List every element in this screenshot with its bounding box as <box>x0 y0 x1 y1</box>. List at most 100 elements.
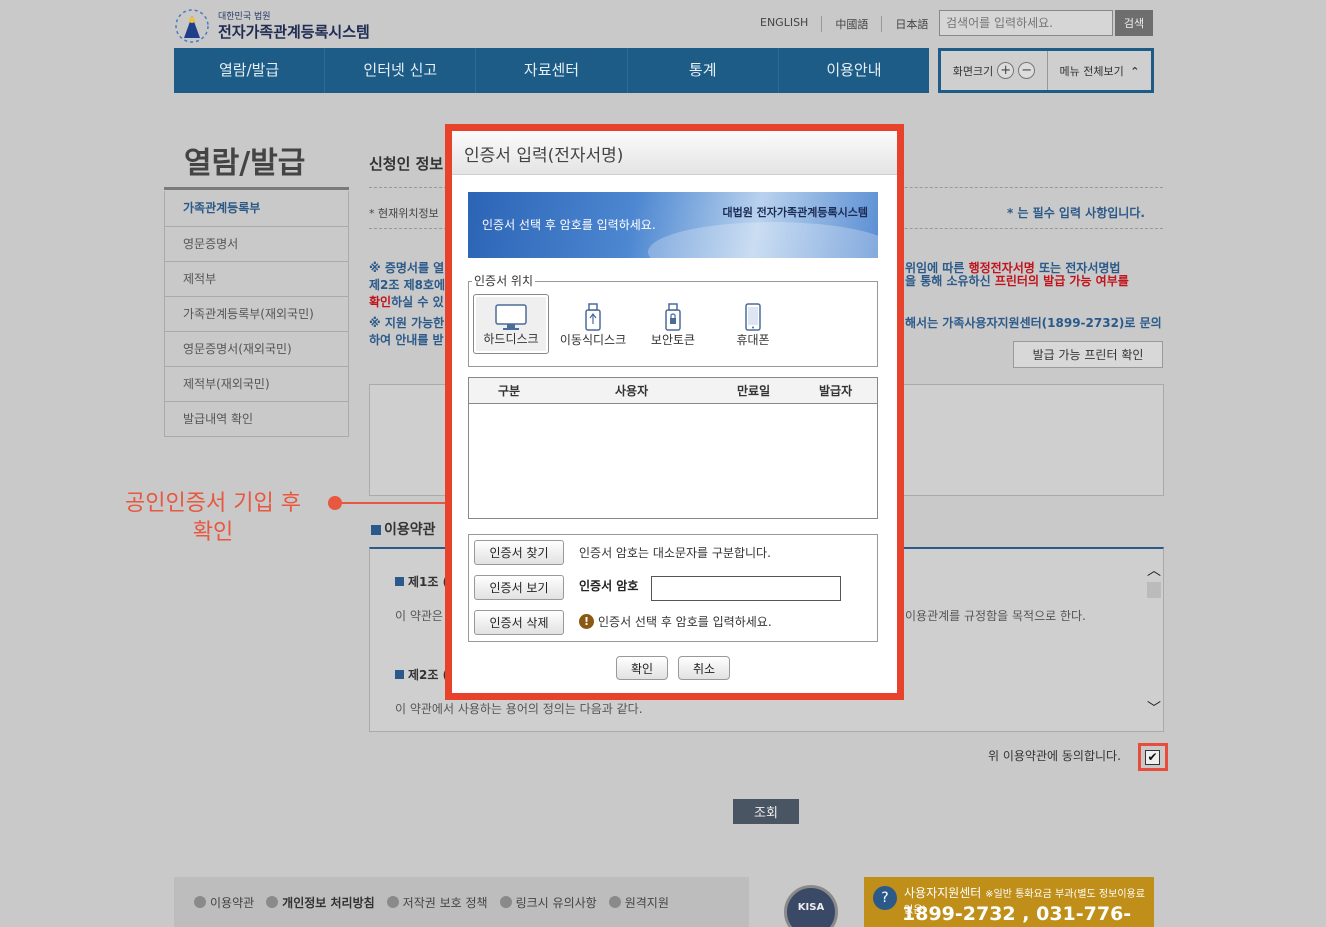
annotation-text: 공인인증서 기입 후 확인 <box>125 491 301 545</box>
section-title: 신청인 정보 <box>369 155 444 173</box>
printer-check-button[interactable]: 발급 가능 프린터 확인 <box>1013 341 1163 368</box>
cert-location-legend: 인증서 위치 <box>472 272 536 289</box>
certificate-dialog: 인증서 입력(전자서명) 인증서 선택 후 암호를 입력하세요. 대법원 전자가… <box>445 124 904 700</box>
device-removable-disk[interactable]: 이동식디스크 <box>555 294 631 354</box>
chevron-up-icon: ⌃ <box>1130 64 1140 78</box>
footer-link-terms[interactable]: 이용약관 <box>194 894 254 911</box>
token-icon <box>665 303 681 331</box>
kisa-badge[interactable]: KISA <box>784 885 838 927</box>
dialog-banner: 인증서 선택 후 암호를 입력하세요. 대법원 전자가족관계등록시스템 <box>468 192 878 258</box>
helpdesk-banner: ? 사용자지원센터 ※일반 통화요금 부과(별도 정보이용료 없음) 1899-… <box>864 877 1154 927</box>
warning-message: ! 인증서 선택 후 암호를 입력하세요. <box>579 613 772 630</box>
sidebar-item-removed-register[interactable]: 제적부 <box>165 261 348 296</box>
article-title: 제1조 ( <box>395 573 448 590</box>
link-icon <box>499 896 512 908</box>
col-header-type: 구분 <box>498 384 521 398</box>
device-label: 보안토큰 <box>650 333 696 347</box>
device-label: 하드디스크 <box>483 332 539 346</box>
article-text: 이 약관에서 사용하는 용어의 정의는 다음과 같다. <box>395 702 643 716</box>
notice-text: ※ 지원 가능한 하여 안내를 받 <box>369 316 445 347</box>
helpdesk-number: 1899-2732 , 031-776-7878 <box>902 903 1132 927</box>
people-icon <box>266 896 279 908</box>
site-logo[interactable]: 대한민국 법원 전자가족관계등록시스템 <box>172 6 372 46</box>
footer-link-copyright[interactable]: 저작권 보호 정책 <box>386 894 488 911</box>
device-harddisk[interactable]: 하드디스크 <box>473 294 549 354</box>
terms-icon <box>194 896 206 908</box>
search-button[interactable]: 검색 <box>1115 10 1153 36</box>
article-title: 제2조 ( <box>395 666 448 683</box>
agree-label: 위 이용약관에 동의합니다. <box>988 749 1121 763</box>
sidebar-item-removed-register-overseas[interactable]: 제적부(재외국민) <box>165 366 348 401</box>
notice-text: 해서는 가족사용자지원센터(1899-2732)로 문의 <box>905 316 1162 330</box>
agree-checkbox[interactable]: ✔ <box>1145 750 1160 765</box>
banner-text: 인증서 선택 후 암호를 입력하세요. <box>482 218 656 232</box>
cert-password-input[interactable] <box>651 576 841 601</box>
all-menu-button[interactable]: 메뉴 전체보기 ⌃ <box>1048 63 1151 79</box>
monitor-icon <box>495 304 527 330</box>
lang-english-link[interactable]: ENGLISH <box>760 16 821 32</box>
monitor-icon <box>608 896 621 908</box>
sidebar-item-issue-history[interactable]: 발급내역 확인 <box>165 401 348 436</box>
chevron-up-icon[interactable]: ︿ <box>1147 560 1161 580</box>
nav-internet-report[interactable]: 인터넷 신고 <box>325 48 477 93</box>
certificate-list[interactable]: 구분 사용자 만료일 발급자 <box>468 377 878 519</box>
helpdesk-title: 사용자지원센터 <box>904 886 982 900</box>
scrollbar-thumb[interactable] <box>1147 582 1161 598</box>
banner-decoration <box>648 222 878 258</box>
banner-logo: 대법원 전자가족관계등록시스템 <box>722 206 868 219</box>
col-header-user: 사용자 <box>615 384 649 398</box>
device-security-token[interactable]: 보안토큰 <box>635 294 711 354</box>
zoom-in-button[interactable]: + <box>997 62 1015 79</box>
footer-link-privacy[interactable]: 개인정보 처리방침 <box>266 894 375 911</box>
sidebar-title: 열람/발급 <box>184 146 306 181</box>
all-menu-label: 메뉴 전체보기 <box>1059 64 1124 78</box>
delete-cert-button[interactable]: 인증서 삭제 <box>474 610 564 635</box>
main-navigation: 열람/발급 인터넷 신고 자료센터 통계 이용안내 <box>174 48 929 93</box>
dialog-title: 인증서 입력(전자서명) <box>464 146 624 166</box>
cert-actions-group: 인증서 찾기 인증서 보기 인증서 삭제 인증서 암호는 대소문자를 구분합니다… <box>468 534 878 642</box>
sidebar-item-family-register[interactable]: 가족관계등록부 <box>165 191 348 226</box>
nav-data-center[interactable]: 자료센터 <box>476 48 628 93</box>
view-cert-button[interactable]: 인증서 보기 <box>474 575 564 600</box>
location-note: * 현재위치정보 <box>369 207 439 220</box>
annotation-dot <box>328 496 342 510</box>
language-links: ENGLISH 中國語 日本語 <box>760 16 941 32</box>
footer-link-linking[interactable]: 링크시 유의사항 <box>499 894 597 911</box>
lang-chinese-link[interactable]: 中國語 <box>821 16 881 32</box>
terms-title: 이용약관 <box>371 519 436 539</box>
ok-button[interactable]: 확인 <box>616 656 668 680</box>
lookup-button[interactable]: 조회 <box>733 799 799 824</box>
bullet-icon <box>395 670 404 679</box>
nav-usage-guide[interactable]: 이용안내 <box>779 48 929 93</box>
sidebar-divider <box>164 187 349 190</box>
bullet-icon <box>371 525 381 535</box>
shield-icon <box>386 896 399 908</box>
device-mobile-phone[interactable]: 휴대폰 <box>715 294 791 354</box>
nav-statistics[interactable]: 통계 <box>628 48 779 93</box>
sidebar-item-english-cert-overseas[interactable]: 영문증명서(재외국민) <box>165 331 348 366</box>
lang-japanese-link[interactable]: 日本語 <box>881 16 941 32</box>
chevron-down-icon[interactable]: ﹀ <box>1147 698 1161 718</box>
article-text: 이용관계를 규정함을 목적으로 한다. <box>905 609 1086 623</box>
col-header-issuer: 발급자 <box>819 384 853 398</box>
nav-view-issue[interactable]: 열람/발급 <box>174 48 326 93</box>
find-cert-button[interactable]: 인증서 찾기 <box>474 540 564 565</box>
col-header-expiry: 만료일 <box>737 384 771 398</box>
phone-icon <box>745 303 761 331</box>
password-label: 인증서 암호 <box>579 579 639 593</box>
footer-link-remote[interactable]: 원격지원 <box>608 894 669 911</box>
zoom-controls: 화면크기 + − <box>941 51 1048 90</box>
screen-toolbox: 화면크기 + − 메뉴 전체보기 ⌃ <box>938 48 1154 93</box>
required-note: * 는 필수 입력 사항입니다. <box>1007 206 1145 220</box>
cancel-button[interactable]: 취소 <box>678 656 730 680</box>
table-header: 구분 사용자 만료일 발급자 <box>469 378 877 404</box>
zoom-out-button[interactable]: − <box>1018 62 1036 79</box>
terms-scrollbar[interactable]: ︿ ﹀ <box>1145 560 1163 720</box>
sidebar-item-family-register-overseas[interactable]: 가족관계등록부(재외국민) <box>165 296 348 331</box>
footer-links: 이용약관 개인정보 처리방침 저작권 보호 정책 링크시 유의사항 원격지원 <box>174 877 749 927</box>
phone-icon: ? <box>873 886 897 910</box>
sidebar-item-english-cert[interactable]: 영문증명서 <box>165 226 348 261</box>
dialog-title-bar[interactable]: 인증서 입력(전자서명) <box>452 131 897 175</box>
search-input[interactable] <box>939 10 1113 36</box>
exclamation-icon: ! <box>579 614 594 629</box>
